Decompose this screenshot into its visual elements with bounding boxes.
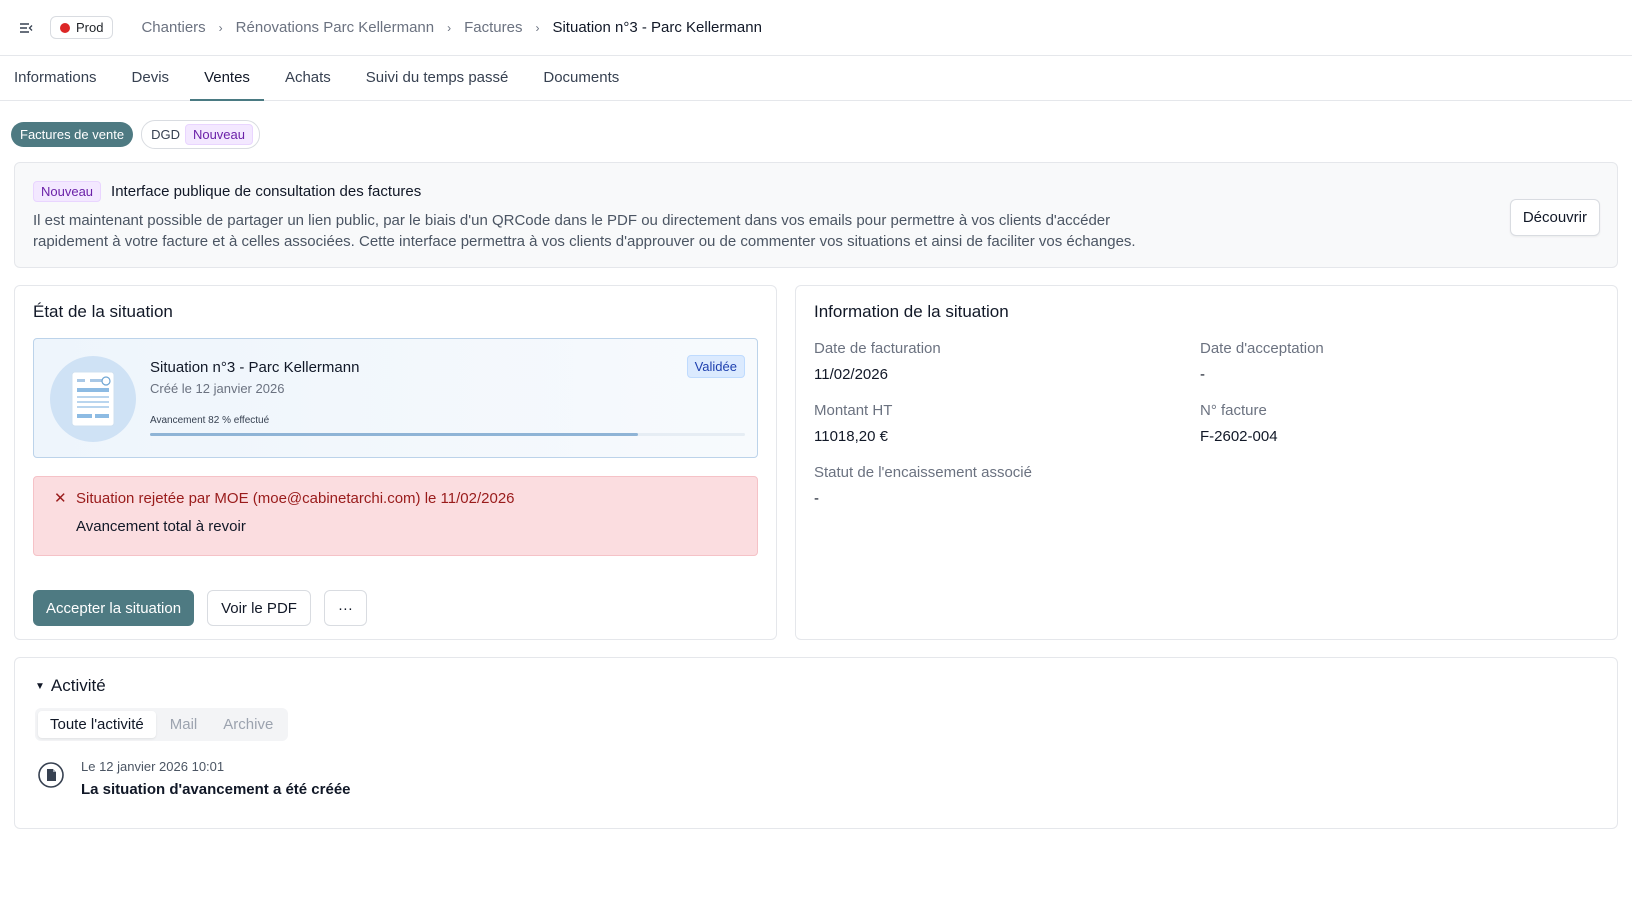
info-label: Date de facturation (814, 340, 941, 357)
status-dot-icon (60, 22, 70, 33)
situation-state-card: État de la situation Situation n°3 - Par… (14, 285, 777, 640)
tab-bar: Informations Devis Ventes Achats Suivi d… (0, 56, 1632, 101)
info-billing-date: Date de facturation 11/02/2026 (814, 340, 1200, 383)
breadcrumb-item-factures[interactable]: Factures (464, 19, 522, 36)
info-label: N° facture (1200, 402, 1267, 419)
activity-text: La situation d'avancement a été créée (81, 781, 351, 798)
document-icon (37, 761, 65, 789)
accept-situation-button[interactable]: Accepter la situation (33, 590, 195, 626)
progress-label: Avancement 82 % effectué (150, 415, 270, 426)
top-bar: Prod Chantiers › Rénovations Parc Keller… (0, 0, 1632, 56)
info-value: 11/02/2026 (814, 366, 888, 383)
info-collection-status: Statut de l'encaissement associé - (814, 464, 1200, 507)
more-actions-button[interactable]: ··· (323, 590, 367, 626)
alert-title: Situation rejetée par MOE (moe@cabinetar… (76, 489, 515, 507)
discover-button[interactable]: Découvrir (1509, 199, 1600, 236)
action-bar: Accepter la situation Voir le PDF ··· (33, 590, 758, 626)
close-icon: ✕ (54, 490, 67, 507)
document-illustration-icon (50, 356, 136, 442)
activity-date: Le 12 janvier 2026 10:01 (81, 759, 225, 774)
situation-summary: Situation n°3 - Parc Kellermann Créé le … (33, 338, 758, 458)
pill-dgd[interactable]: DGD Nouveau (141, 119, 260, 149)
info-amount: Montant HT 11018,20 € (814, 402, 1200, 445)
tab-achats[interactable]: Achats (271, 56, 345, 100)
activity-header[interactable]: ▼ Activité (35, 676, 1597, 696)
info-value: - (1200, 366, 1205, 383)
breadcrumb-item-current: Situation n°3 - Parc Kellermann (552, 19, 762, 36)
activity-card: ▼ Activité Toute l'activité Mail Archive… (14, 657, 1618, 829)
chevron-right-icon: › (218, 20, 223, 35)
info-label: Statut de l'encaissement associé (814, 464, 1032, 481)
info-acceptance-date: Date d'acceptation - (1200, 340, 1599, 383)
env-label: Prod (76, 20, 104, 35)
situation-created-date: Créé le 12 janvier 2026 (150, 381, 285, 396)
activity-filter: Toute l'activité Mail Archive (35, 708, 289, 741)
activity-title: Activité (50, 676, 106, 695)
tab-ventes[interactable]: Ventes (190, 56, 264, 101)
banner-title: Interface publique de consultation des f… (111, 183, 422, 200)
breadcrumb-item-chantiers[interactable]: Chantiers (141, 19, 205, 36)
card-title: Information de la situation (814, 302, 1009, 321)
progress-bar (150, 433, 745, 436)
info-value: 11018,20 € (814, 428, 888, 445)
rejection-alert: ✕ Situation rejetée par MOE (moe@cabinet… (33, 476, 758, 556)
caret-down-icon: ▼ (35, 680, 45, 692)
info-value: F-2602-004 (1200, 428, 1278, 445)
info-value: - (814, 490, 819, 507)
tab-informations[interactable]: Informations (14, 56, 111, 100)
tab-suivi-temps[interactable]: Suivi du temps passé (352, 56, 523, 100)
info-invoice-number: N° facture F-2602-004 (1200, 402, 1599, 445)
situation-title: Situation n°3 - Parc Kellermann (150, 359, 360, 376)
filter-archive[interactable]: Archive (211, 711, 285, 738)
alert-detail: Avancement total à revoir (76, 518, 246, 535)
breadcrumb-item-project[interactable]: Rénovations Parc Kellermann (236, 19, 434, 36)
tab-devis[interactable]: Devis (118, 56, 184, 100)
menu-collapse-icon[interactable] (18, 20, 34, 36)
chevron-right-icon: › (447, 20, 452, 35)
announcement-banner: Nouveau Interface publique de consultati… (14, 162, 1618, 268)
tab-documents[interactable]: Documents (529, 56, 633, 100)
filter-all[interactable]: Toute l'activité (38, 711, 156, 738)
sub-nav: Factures de vente DGD Nouveau (0, 101, 1632, 153)
filter-mail[interactable]: Mail (158, 711, 210, 738)
activity-entry: Le 12 janvier 2026 10:01 La situation d'… (35, 759, 1597, 798)
view-pdf-button[interactable]: Voir le PDF (207, 590, 311, 626)
pill-dgd-label: DGD (151, 126, 180, 142)
chevron-right-icon: › (535, 20, 540, 35)
situation-info-card: Information de la situation Date de fact… (795, 285, 1618, 640)
status-badge: Validée (686, 355, 745, 378)
banner-text: Il est maintenant possible de partager u… (33, 212, 1136, 250)
info-label: Montant HT (814, 402, 893, 419)
new-badge: Nouveau (33, 181, 102, 202)
card-title: État de la situation (33, 302, 173, 321)
info-label: Date d'acceptation (1200, 340, 1324, 357)
env-badge[interactable]: Prod (50, 16, 114, 39)
pill-sales-invoices[interactable]: Factures de vente (11, 121, 134, 147)
breadcrumb: Chantiers › Rénovations Parc Kellermann … (141, 19, 761, 36)
new-badge: Nouveau (184, 123, 253, 145)
progress-fill (150, 433, 638, 436)
